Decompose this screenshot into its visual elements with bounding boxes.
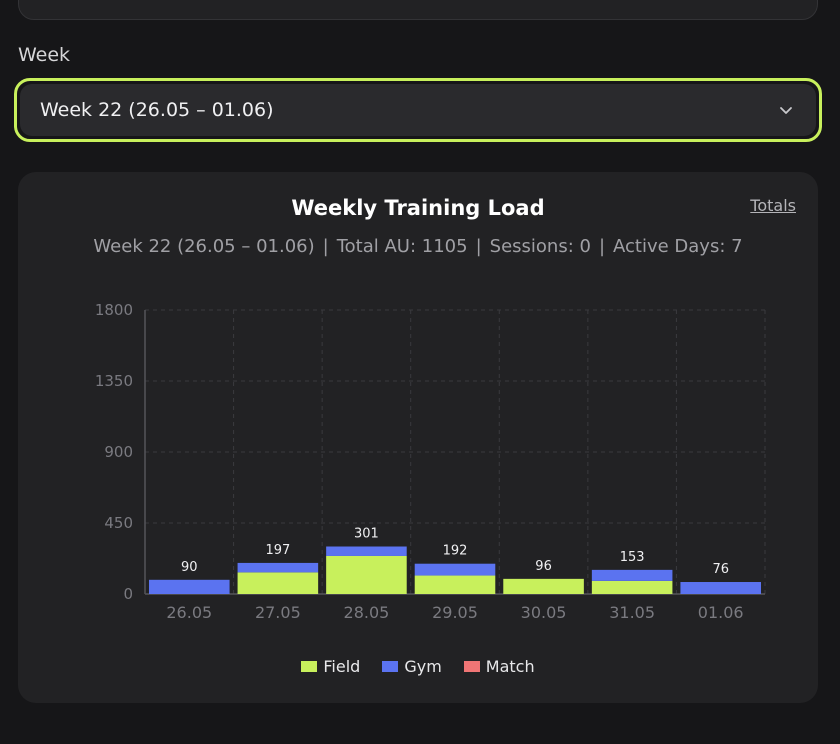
x-tick-label: 28.05 [344,603,390,622]
y-tick-label: 450 [104,514,133,532]
bar-gym [591,569,673,581]
bar-gym [149,579,230,594]
bar-total-label: 197 [265,543,290,558]
x-tick-label: 26.05 [166,603,212,622]
legend-label: Gym [404,657,442,676]
bar-total-label: 301 [354,527,379,542]
x-tick-label: 30.05 [521,603,567,622]
bar-field [503,578,584,594]
legend-item-gym[interactable]: Gym [382,657,442,676]
bar-field [326,555,407,594]
legend-swatch [301,661,318,672]
x-tick-label: 29.05 [432,603,478,622]
chart-card: Weekly Training Load Totals Week 22 (26.… [18,172,818,703]
bar-total-label: 153 [620,550,645,565]
bar-gym [680,582,761,594]
y-tick-label: 0 [123,585,133,603]
x-tick-label: 31.05 [609,603,655,622]
y-tick-label: 1350 [95,372,133,390]
x-tick-label: 01.06 [698,603,744,622]
bar-field [237,572,319,594]
bar-total-label: 192 [443,544,468,559]
week-select[interactable]: Week 22 (26.05 – 01.06) [14,78,822,142]
bar-gym [326,546,407,556]
legend-item-match[interactable]: Match [463,657,535,676]
y-tick-label: 1800 [95,301,133,319]
bar-chart: 0 450 900 1350 1800 90 26.05 197 27.05 301 28.05 19… [95,301,766,622]
week-select-value: Week 22 (26.05 – 01.06) [40,99,274,121]
bar-gym [414,563,496,576]
legend-label: Match [485,657,535,676]
bar-gym [237,562,319,573]
week-select-field[interactable]: Week 22 (26.05 – 01.06) [20,84,816,136]
legend-swatch [463,661,480,672]
legend-label: Field [323,657,361,676]
x-tick-label: 27.05 [255,603,301,622]
bar-field [591,580,673,594]
week-label: Week [18,44,71,66]
bar-total-label: 96 [535,559,552,574]
bar-total-label: 76 [712,562,729,577]
chevron-down-icon [780,107,792,114]
bar-field [414,575,496,594]
legend-item-field[interactable]: Field [301,657,360,676]
legend-swatch [382,661,399,672]
bar-total-label: 90 [181,560,198,575]
chart-legend: Field Gym Match [18,657,818,676]
previous-card [18,0,818,20]
y-tick-label: 900 [104,443,133,461]
